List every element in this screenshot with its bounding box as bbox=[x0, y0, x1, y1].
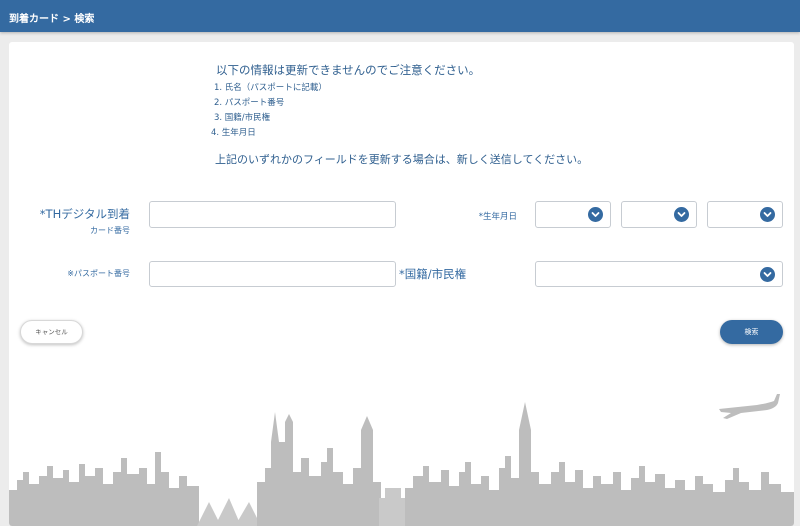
birth-month-select[interactable] bbox=[621, 201, 697, 228]
passport-number-input[interactable] bbox=[149, 261, 396, 287]
chevron-down-icon bbox=[760, 267, 775, 282]
search-button[interactable]: 検索 bbox=[720, 320, 783, 344]
notice-item: 4. 生年月日 bbox=[211, 128, 256, 138]
notice-heading: 以下の情報は更新できませんのでご注意ください。 bbox=[216, 63, 481, 77]
card-number-label: *THデジタル到着 bbox=[39, 207, 130, 221]
passport-number-label: ※パスポート番号 bbox=[67, 269, 130, 278]
chevron-down-icon bbox=[588, 207, 603, 222]
birth-year-select[interactable] bbox=[535, 201, 611, 228]
notice-item: 3. 国籍/市民権 bbox=[214, 113, 271, 123]
chevron-down-icon bbox=[760, 207, 775, 222]
card-number-input[interactable] bbox=[149, 201, 396, 228]
notice-footer: 上記のいずれかのフィールドを更新する場合は、新しく送信してください。 bbox=[215, 153, 589, 166]
search-card: 以下の情報は更新できませんのでご注意ください。 1. 氏名（パスポートに記載） … bbox=[9, 42, 794, 526]
cancel-button[interactable]: キャンセル bbox=[20, 320, 83, 344]
chevron-down-icon bbox=[674, 207, 689, 222]
city-skyline-illustration bbox=[9, 394, 794, 526]
notice-panel: 以下の情報は更新できませんのでご注意ください。 1. 氏名（パスポートに記載） … bbox=[211, 62, 589, 167]
airplane-icon bbox=[719, 394, 780, 419]
breadcrumb: 到着カード > 検索 bbox=[9, 14, 95, 25]
birth-day-select[interactable] bbox=[707, 201, 783, 228]
notice-item: 1. 氏名（パスポートに記載） bbox=[214, 83, 327, 93]
card-number-sublabel: カード番号 bbox=[90, 226, 130, 235]
top-bar: 到着カード > 検索 bbox=[0, 0, 800, 32]
notice-item: 2. パスポート番号 bbox=[214, 98, 285, 108]
notice-list: 1. 氏名（パスポートに記載） 2. パスポート番号 3. 国籍/市民権 4. … bbox=[211, 81, 588, 141]
birth-date-label: *生年月日 bbox=[478, 212, 517, 222]
nationality-select[interactable] bbox=[535, 261, 783, 287]
nationality-label: *国籍/市民権 bbox=[399, 267, 467, 281]
